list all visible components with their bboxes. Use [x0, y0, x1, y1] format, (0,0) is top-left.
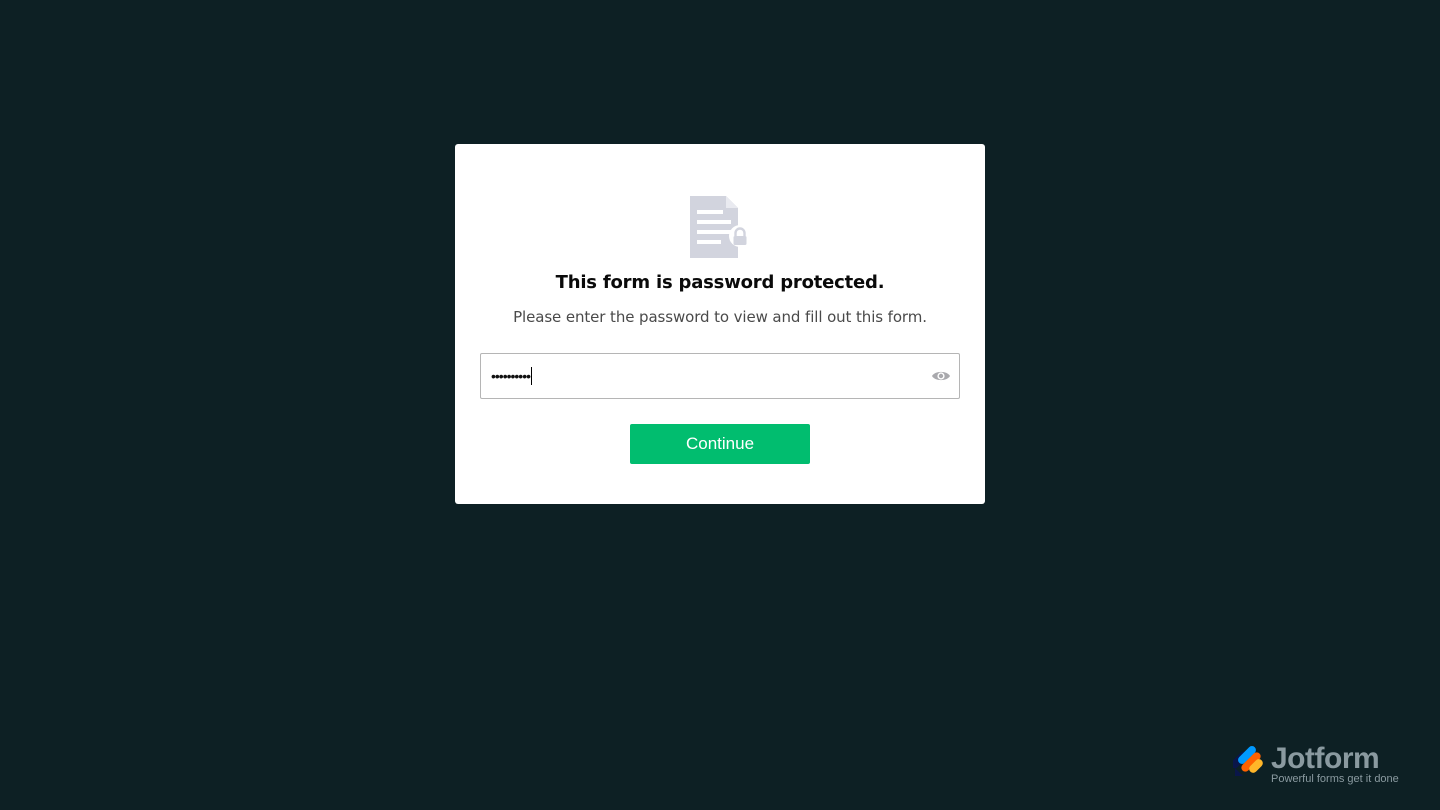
modal-title: This form is password protected. — [555, 272, 885, 293]
document-lock-icon — [690, 196, 751, 258]
continue-button[interactable]: Continue — [630, 424, 810, 464]
eye-icon[interactable] — [931, 367, 951, 385]
text-caret — [531, 367, 533, 385]
jotform-logo-icon — [1233, 746, 1263, 776]
page: This form is password protected. Please … — [0, 0, 1440, 810]
password-input[interactable]: •••••••••• — [480, 353, 960, 399]
brand-tagline: Powerful forms get it done — [1271, 773, 1399, 785]
jotform-branding[interactable]: Jotform Powerful forms get it done — [1233, 742, 1413, 788]
modal-subtitle: Please enter the password to view and fi… — [513, 308, 927, 326]
password-masked-value: •••••••••• — [491, 367, 533, 385]
brand-name: Jotform — [1271, 742, 1380, 775]
password-modal: This form is password protected. Please … — [455, 144, 985, 504]
